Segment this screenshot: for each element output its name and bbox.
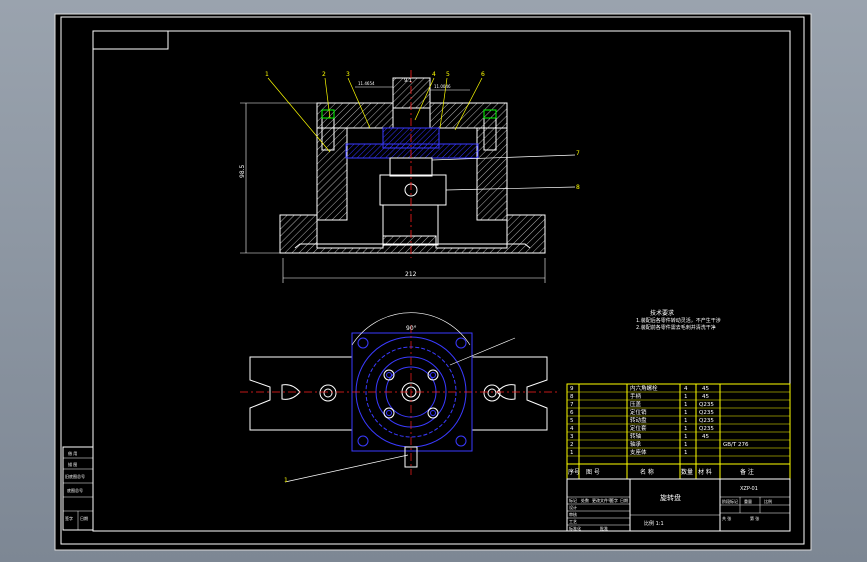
bom-mat-6: Q235	[699, 410, 714, 416]
tb-stage: 阶段标记	[722, 498, 738, 504]
tb-sheets: 共 张	[722, 515, 731, 521]
drawing-number: XZP-01	[740, 486, 758, 492]
bom-mat-9: 45	[702, 386, 709, 392]
bom-name-3: 转轴	[630, 432, 642, 440]
side-borrow: 借 用	[68, 450, 77, 456]
tb-design: 设计	[569, 504, 577, 510]
tb-sign: 签字	[610, 497, 618, 503]
side-old-base: 旧底图总号	[65, 473, 85, 479]
bom-qty-4: 1	[684, 426, 688, 432]
bom-qty-8: 1	[684, 394, 688, 400]
tb-date: 日期	[620, 497, 628, 503]
bom-mat-3: 45	[702, 434, 709, 440]
dimension-height: 98.5	[239, 164, 246, 178]
dimension-top-right: 11.0046	[434, 84, 451, 89]
tb-count: 处数	[581, 497, 589, 503]
bom-qty-1: 1	[684, 450, 688, 456]
bom-mat-7: Q235	[699, 402, 714, 408]
dimension-width: 212	[405, 271, 417, 278]
balloon-5: 5	[446, 71, 450, 78]
bom-qty-7: 1	[684, 402, 688, 408]
notes-line-1: 1.装配后各零件转动灵活，不产生干涉	[636, 317, 721, 324]
cad-drawing-canvas: 212 98.5 11.4654 9.1 11.0046 1 2 3 4 5 6…	[54, 13, 812, 551]
bom-name-7: 压盖	[630, 400, 642, 408]
bom-qty-5: 1	[684, 418, 688, 424]
tb-ratio: 比例	[764, 498, 772, 504]
tb-change-doc: 更改文件号	[592, 497, 612, 503]
bom-name-5: 转动盘	[630, 416, 647, 424]
bom-no-9: 9	[570, 386, 574, 392]
bom-header-qty: 数量	[681, 468, 693, 476]
tb-check: 审核	[569, 511, 577, 517]
bom-note-2: GB/T 276	[723, 442, 749, 448]
bom-qty-9: 4	[684, 386, 688, 392]
balloon-6: 6	[481, 71, 485, 78]
drawing-scale: 比例 1:1	[644, 520, 664, 527]
tb-sheet-no: 第 张	[750, 515, 759, 521]
bom-header-no: 序号	[568, 468, 580, 476]
side-trace: 描 图	[68, 461, 77, 467]
bom-no-1: 1	[570, 450, 574, 456]
balloon-8: 8	[576, 184, 580, 191]
bom-no-7: 7	[570, 402, 574, 408]
bom-header-note: 备 注	[740, 468, 754, 476]
tb-process: 工艺	[569, 519, 577, 524]
dimension-angle: 90°	[406, 325, 417, 332]
drawing-title: 旋转盘	[660, 493, 681, 502]
tb-weight: 重量	[744, 498, 752, 504]
balloon-2: 2	[322, 71, 326, 78]
bom-mat-4: Q235	[699, 426, 714, 432]
side-base: 底图总号	[67, 487, 83, 493]
bom-no-8: 8	[570, 394, 574, 400]
bom-no-4: 4	[570, 426, 574, 432]
notes-heading: 技术要求	[650, 309, 674, 317]
dimension-top-mid: 9.1	[404, 78, 412, 84]
bom-no-3: 3	[570, 434, 574, 440]
bom-name-2: 轴承	[630, 440, 642, 448]
balloon-7: 7	[576, 150, 580, 157]
tb-approve: 批准	[600, 525, 608, 531]
balloon-1: 1	[265, 71, 269, 78]
bom-name-6: 定位销	[630, 408, 647, 416]
bom-mat-8: 45	[702, 394, 709, 400]
bom-qty-2: 1	[684, 442, 688, 448]
tb-standard: 标准化	[569, 525, 581, 531]
bom-header-code: 图 号	[586, 469, 600, 476]
bom-name-4: 定位套	[630, 424, 647, 432]
bom-name-9: 内六角螺栓	[630, 384, 658, 392]
balloon-3: 3	[346, 71, 350, 78]
bom-qty-3: 1	[684, 434, 688, 440]
bom-header-name: 名 称	[640, 468, 654, 476]
side-sign: 签字	[65, 515, 73, 521]
bom-name-8: 手柄	[630, 392, 642, 400]
balloon-4: 4	[432, 71, 436, 78]
dimension-top-left: 11.4654	[358, 81, 375, 86]
side-date: 日期	[80, 515, 88, 521]
bom-mat-5: Q235	[699, 418, 714, 424]
bom-no-2: 2	[570, 442, 574, 448]
bom-qty-6: 1	[684, 410, 688, 416]
tb-mark: 标记	[569, 497, 577, 503]
bom-no-6: 6	[570, 410, 574, 416]
bom-no-5: 5	[570, 418, 574, 424]
balloon-top-1: 1	[284, 477, 288, 484]
bom-name-1: 支座体	[630, 448, 647, 456]
notes-line-2: 2.装配前各零件需去毛刺并清洗干净	[636, 324, 716, 331]
bom-header-material: 材 料	[698, 468, 712, 476]
